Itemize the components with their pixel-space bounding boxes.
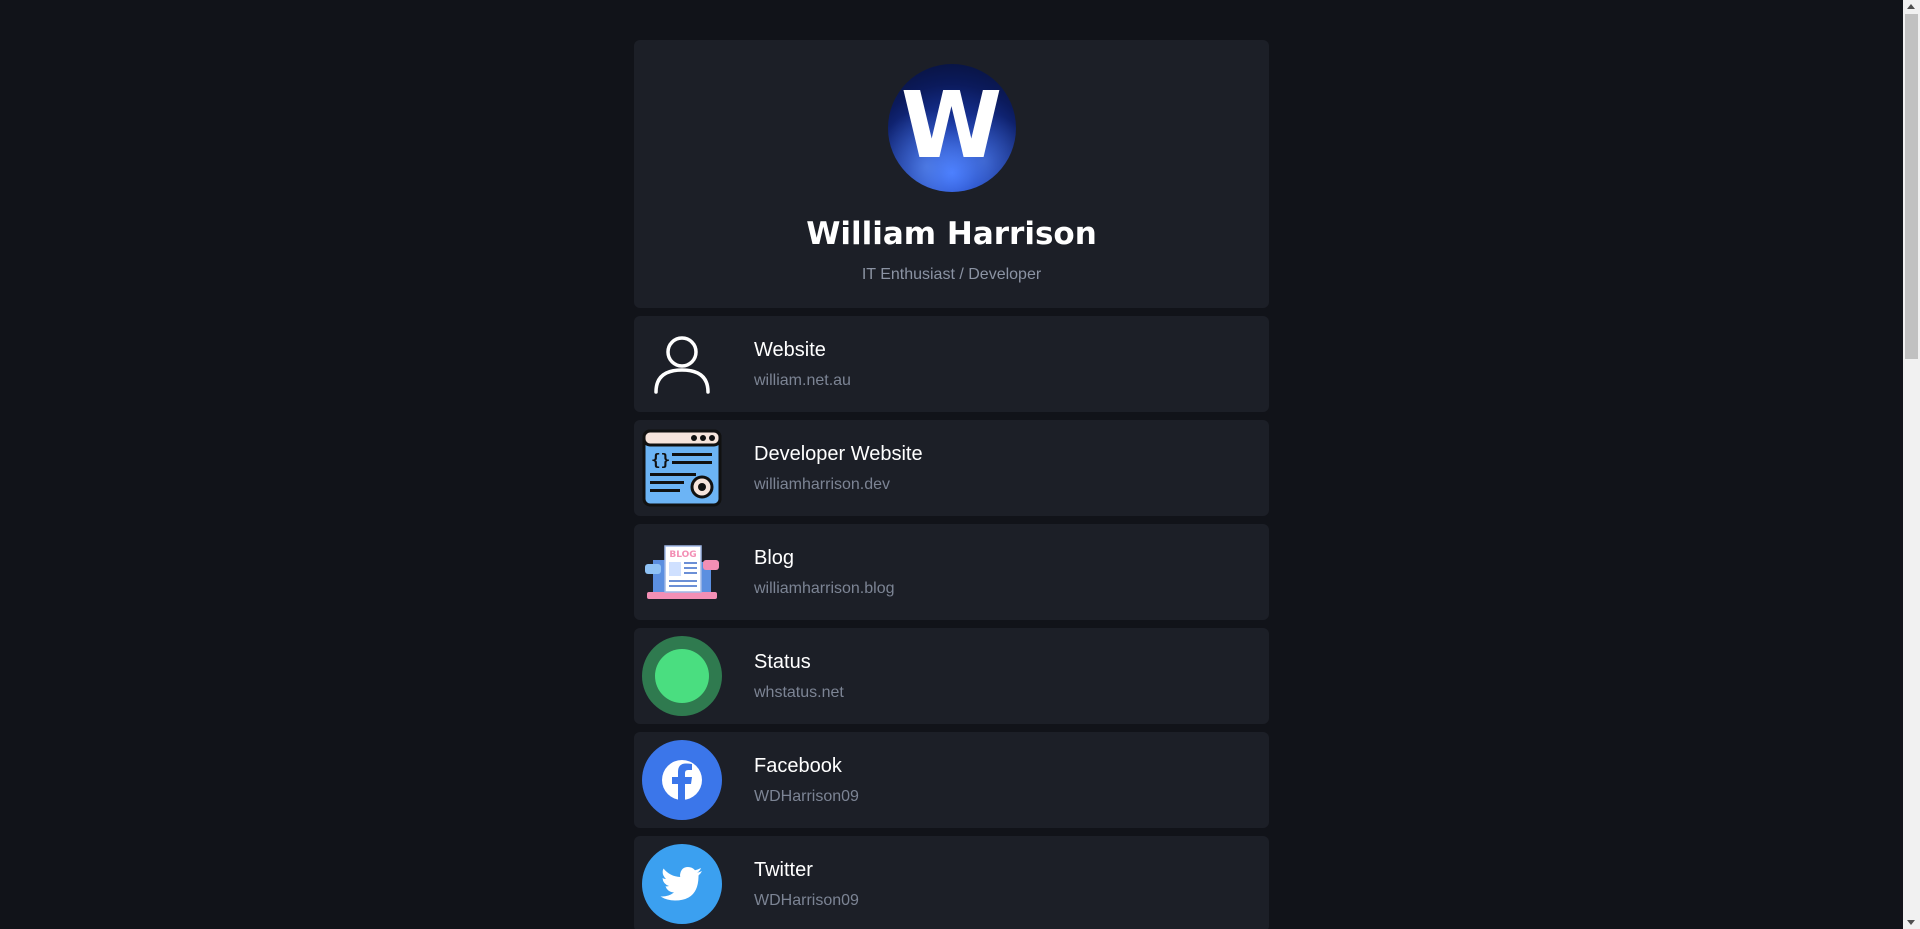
scrollbar[interactable] [1903,0,1920,929]
link-title: Website [754,338,826,361]
svg-text:{}: {} [651,450,670,469]
scrollbar-thumb[interactable] [1905,14,1918,359]
link-subtitle: WDHarrison09 [754,787,859,805]
link-subtitle: whstatus.net [754,683,844,701]
link-facebook[interactable]: Facebook WDHarrison09 [634,732,1269,828]
scroll-down-arrow-icon[interactable] [1907,920,1915,925]
profile-tagline: IT Enthusiast / Developer [861,266,1042,283]
link-title: Twitter [754,858,813,881]
avatar: W [887,64,1016,192]
link-status[interactable]: Status whstatus.net [634,628,1269,724]
profile-card: W William Harrison IT Enthusiast / Devel… [634,40,1269,308]
svg-text:BLOG: BLOG [669,550,696,560]
link-subtitle: williamharrison.blog [754,579,895,597]
link-blog[interactable]: BLOG Blog williamharrison.blog [634,524,1269,620]
link-twitter[interactable]: Twitter WDHarrison09 [634,836,1269,929]
link-website[interactable]: Website william.net.au [634,316,1269,412]
person-icon [642,324,722,404]
link-subtitle: williamharrison.dev [754,475,891,493]
link-title: Developer Website [754,442,923,465]
link-title: Facebook [754,754,842,777]
scroll-up-arrow-icon[interactable] [1907,4,1915,9]
link-developer-website[interactable]: {} Developer Website williamharrison.dev [634,420,1269,516]
link-title: Status [754,650,811,673]
code-window-icon: {} [642,428,722,508]
facebook-icon [642,740,722,820]
avatar-letter: W [900,72,1003,179]
link-subtitle: WDHarrison09 [754,891,859,909]
status-dot-icon [642,636,722,716]
links-column: W William Harrison IT Enthusiast / Devel… [634,40,1269,929]
link-title: Blog [754,546,795,569]
profile-name: William Harrison [806,216,1097,252]
page: W William Harrison IT Enthusiast / Devel… [0,0,1920,929]
link-subtitle: william.net.au [754,371,851,389]
blog-icon: BLOG [642,532,722,612]
twitter-icon [642,844,722,924]
